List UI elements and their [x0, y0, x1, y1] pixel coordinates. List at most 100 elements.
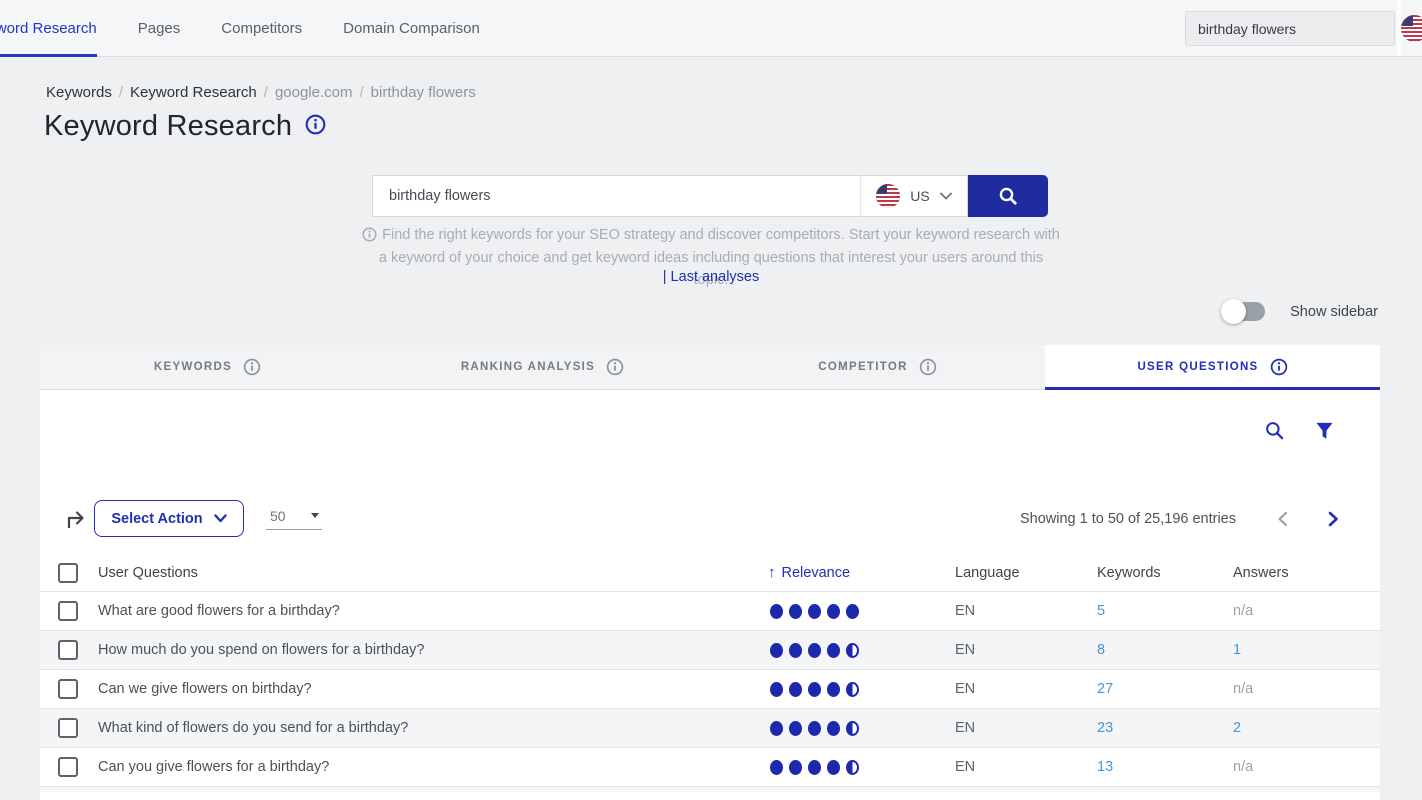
- page-size-select[interactable]: 50: [266, 508, 322, 530]
- nav-item-pages[interactable]: Pages: [138, 0, 181, 56]
- search-icon[interactable]: [1264, 420, 1285, 441]
- tab-label: User Questions: [1137, 361, 1258, 373]
- chevron-right-icon[interactable]: [1327, 511, 1340, 527]
- relevance-dot-filled: [827, 604, 840, 619]
- keywords-link[interactable]: 23: [1097, 720, 1113, 736]
- breadcrumb-keyword-research[interactable]: Keyword Research: [130, 84, 257, 101]
- us-flag-icon[interactable]: [1401, 15, 1422, 42]
- question-cell: Can we give flowers on birthday?: [98, 681, 768, 697]
- answers-cell[interactable]: 1: [1233, 642, 1241, 658]
- answers-cell: n/a: [1233, 759, 1253, 775]
- tab-user-questions[interactable]: User Questions: [1045, 345, 1380, 389]
- show-sidebar-toggle[interactable]: [1223, 302, 1265, 321]
- answers-cell[interactable]: 2: [1233, 720, 1241, 736]
- table-tools: [40, 390, 1380, 440]
- relevance-dot-filled: [808, 682, 821, 697]
- nav-item-domain-comparison[interactable]: Domain Comparison: [343, 0, 480, 56]
- relevance-dot-filled: [789, 604, 802, 619]
- row-checkbox[interactable]: [58, 718, 78, 738]
- row-checkbox[interactable]: [58, 601, 78, 621]
- export-arrow-icon[interactable]: [62, 506, 88, 532]
- info-icon[interactable]: [1270, 358, 1288, 376]
- relevance-dot-filled: [808, 760, 821, 775]
- tab-label: Competitor: [818, 361, 907, 373]
- select-all-checkbox[interactable]: [58, 563, 78, 583]
- relevance-dot-filled: [770, 721, 783, 736]
- info-icon[interactable]: [919, 358, 937, 376]
- relevance-dot-filled: [827, 721, 840, 736]
- tab-keywords[interactable]: Keywords: [40, 345, 375, 389]
- breadcrumb-keyword[interactable]: birthday flowers: [371, 84, 476, 101]
- table-row: What kind of flowers do you send for a b…: [40, 708, 1380, 747]
- select-action-button[interactable]: Select Action: [94, 500, 244, 537]
- relevance-dots: [768, 760, 955, 775]
- toggle-knob: [1221, 299, 1246, 324]
- keyword-search-bar: US: [372, 175, 1048, 217]
- breadcrumb-domain[interactable]: google.com: [275, 84, 353, 101]
- filter-funnel-icon[interactable]: [1315, 421, 1334, 440]
- nav-item-keyword-research[interactable]: Keyword Research: [0, 0, 97, 56]
- relevance-label: Relevance: [782, 565, 851, 581]
- search-button[interactable]: [968, 175, 1048, 217]
- last-analyses-link[interactable]: | Last analyses: [361, 269, 1061, 285]
- page-size-value: 50: [270, 508, 286, 524]
- relevance-dots: [768, 721, 955, 736]
- column-header-answers[interactable]: Answers: [1233, 565, 1380, 581]
- row-checkbox[interactable]: [58, 757, 78, 777]
- question-cell: Can you give flowers for a birthday?: [98, 759, 768, 775]
- results-panel: Keywords Ranking Analysis Competitor Use…: [40, 345, 1380, 800]
- relevance-dot-filled: [770, 643, 783, 658]
- keywords-link[interactable]: 27: [1097, 681, 1113, 697]
- nav-item-competitors[interactable]: Competitors: [221, 0, 302, 56]
- country-select[interactable]: US: [860, 175, 968, 217]
- relevance-dot-filled: [827, 643, 840, 658]
- info-icon[interactable]: [606, 358, 624, 376]
- language-cell: EN: [955, 642, 1097, 658]
- breadcrumb-keywords[interactable]: Keywords: [46, 84, 112, 101]
- language-cell: EN: [955, 603, 1097, 619]
- relevance-dot-half: [846, 760, 859, 775]
- relevance-dot-filled: [770, 760, 783, 775]
- relevance-dot-filled: [770, 682, 783, 697]
- page-title: Keyword Research: [44, 110, 326, 143]
- country-code: US: [910, 188, 929, 204]
- relevance-dot-filled: [789, 760, 802, 775]
- relevance-dot-filled: [770, 604, 783, 619]
- chevron-down-icon: [940, 192, 952, 200]
- info-icon[interactable]: [243, 358, 261, 376]
- info-icon[interactable]: [305, 110, 326, 143]
- tab-ranking-analysis[interactable]: Ranking Analysis: [375, 345, 710, 389]
- tab-competitor[interactable]: Competitor: [710, 345, 1045, 389]
- relevance-dot-filled: [789, 721, 802, 736]
- nav-items: Keyword Research Pages Competitors Domai…: [0, 0, 480, 56]
- relevance-dots: [768, 643, 955, 658]
- column-header-user-questions: User Questions: [98, 565, 768, 581]
- relevance-dot-filled: [827, 682, 840, 697]
- chevron-left-icon[interactable]: [1276, 511, 1289, 527]
- panel-body: Select Action 50 Showing 1 to 50 of 25,1…: [40, 390, 1380, 792]
- question-cell: What kind of flowers do you send for a b…: [98, 720, 768, 736]
- info-icon-small: [362, 227, 377, 242]
- relevance-dot-filled: [827, 760, 840, 775]
- keywords-link[interactable]: 5: [1097, 603, 1105, 619]
- relevance-dot-filled: [846, 604, 859, 619]
- chevron-down-icon: [214, 514, 227, 523]
- show-sidebar-label: Show sidebar: [1290, 304, 1378, 320]
- relevance-dot-half: [846, 721, 859, 736]
- keywords-link[interactable]: 8: [1097, 642, 1105, 658]
- row-checkbox[interactable]: [58, 640, 78, 660]
- keyword-search-input[interactable]: [372, 175, 860, 217]
- relevance-dot-filled: [789, 643, 802, 658]
- column-header-keywords[interactable]: Keywords: [1097, 565, 1233, 581]
- relevance-dot-half: [846, 682, 859, 697]
- column-header-language[interactable]: Language: [955, 565, 1097, 581]
- relevance-dot-filled: [808, 643, 821, 658]
- relevance-dot-half: [846, 643, 859, 658]
- question-cell: How much do you spend on flowers for a b…: [98, 642, 768, 658]
- row-checkbox[interactable]: [58, 679, 78, 699]
- column-header-relevance[interactable]: ↑ Relevance: [768, 564, 955, 581]
- header-search-input[interactable]: [1185, 11, 1395, 46]
- keywords-link[interactable]: 13: [1097, 759, 1113, 775]
- caret-down-icon: [311, 513, 319, 518]
- relevance-dot-filled: [808, 604, 821, 619]
